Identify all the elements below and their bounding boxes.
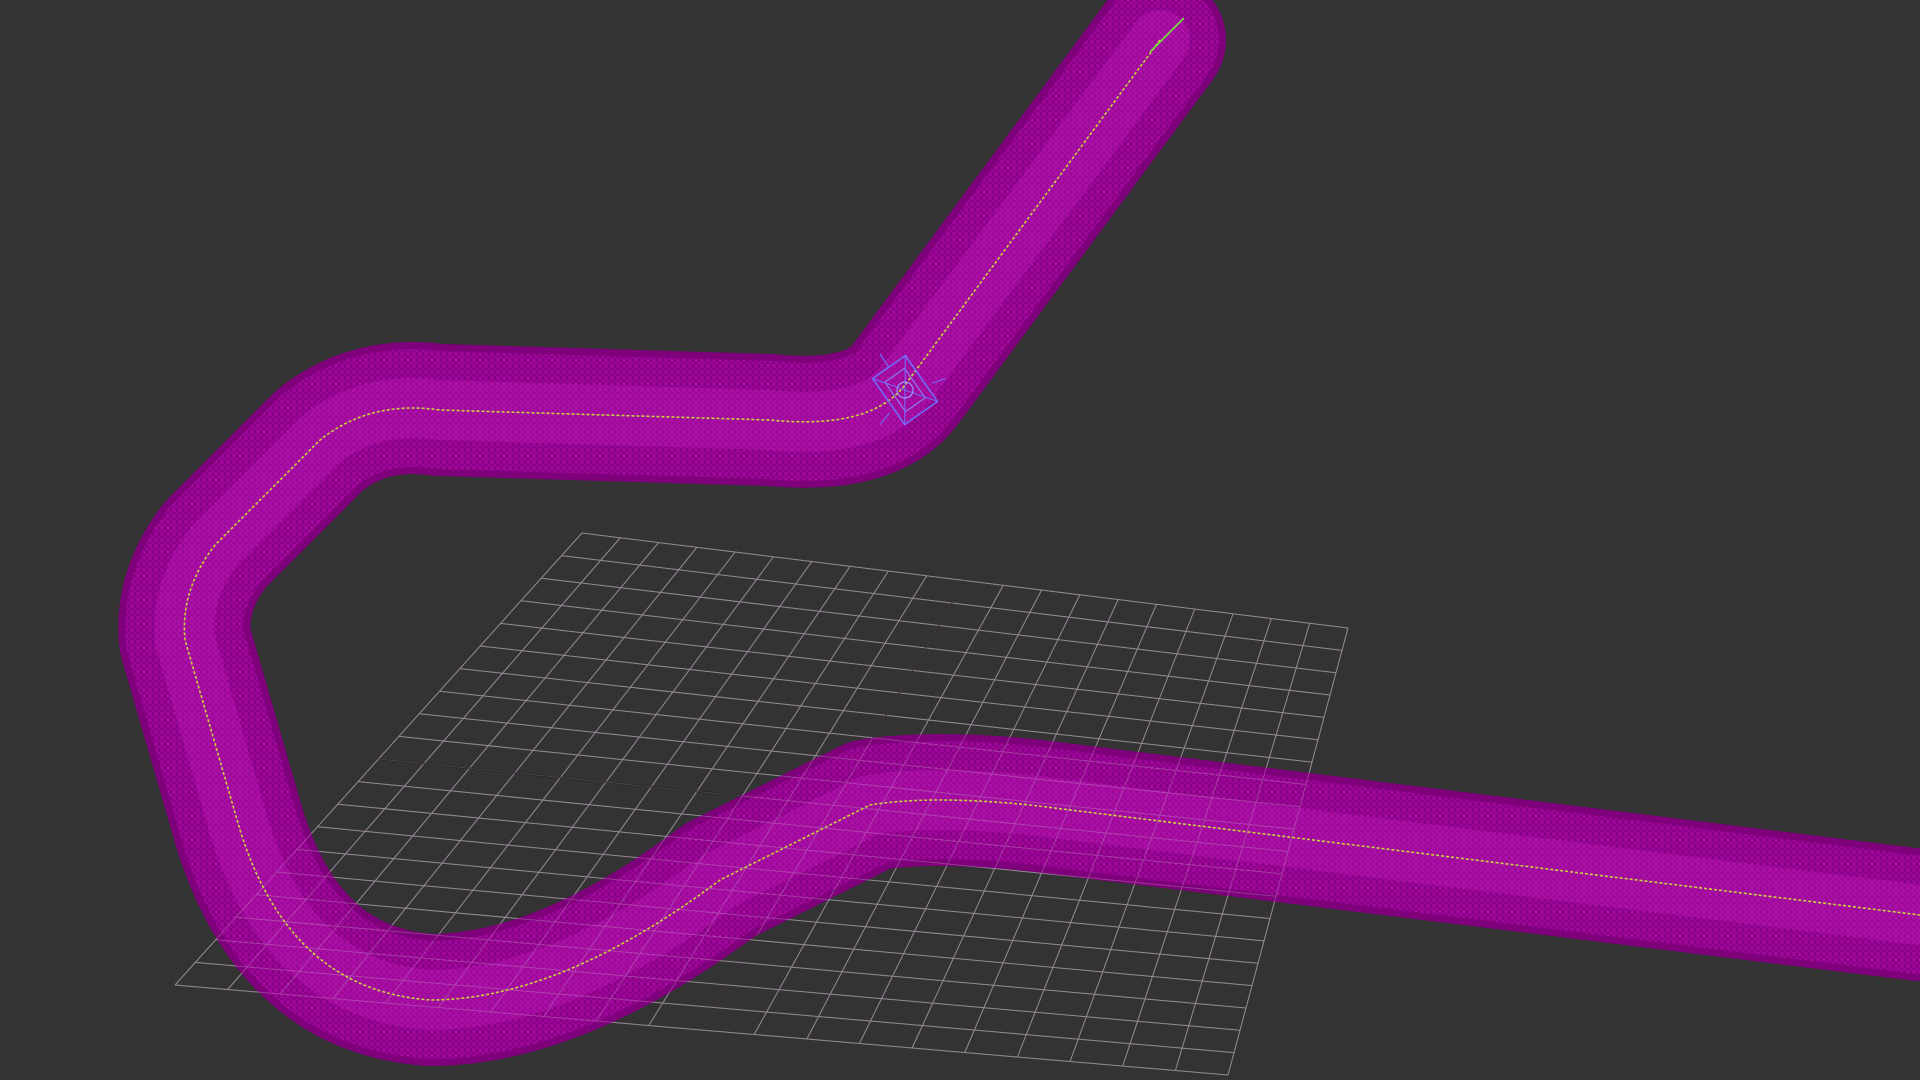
viewport-canvas[interactable]: [0, 0, 1920, 1080]
sweep-tube[interactable]: [118, 0, 1920, 1066]
3d-viewport[interactable]: [0, 0, 1920, 1080]
